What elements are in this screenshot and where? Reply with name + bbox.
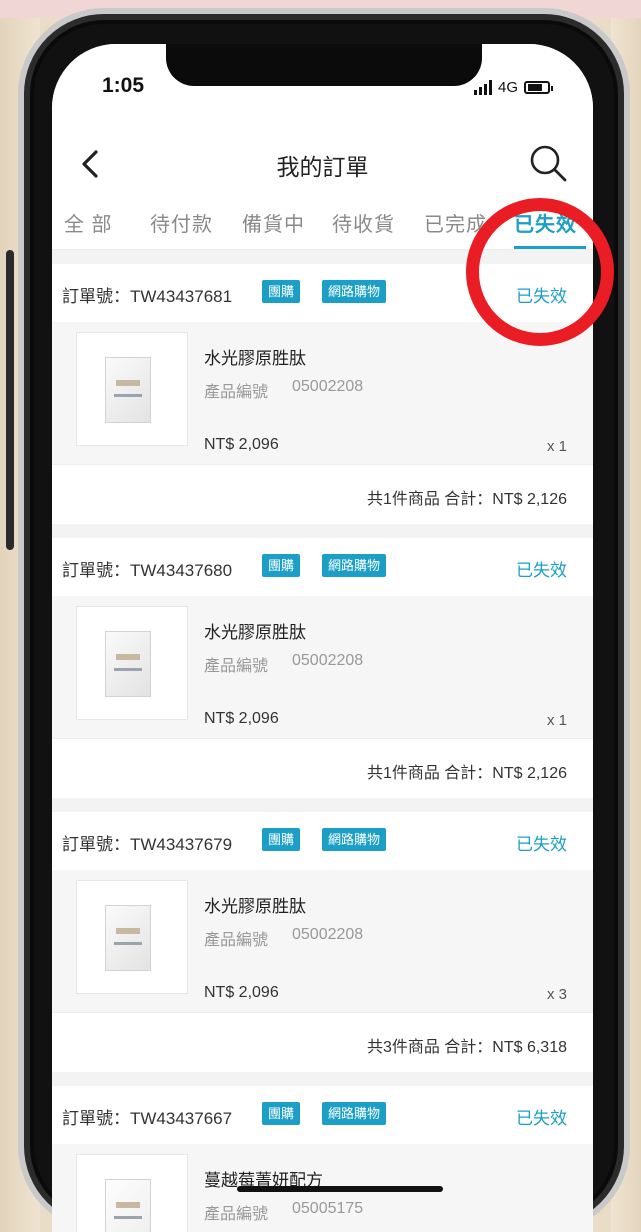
order-status: 已失效 [516, 1109, 567, 1128]
search-icon [530, 145, 567, 182]
app-header: 我的訂單 [52, 134, 593, 198]
product-box-image [105, 905, 151, 971]
product-quantity: x 3 [546, 986, 567, 1003]
order-list: 訂單號：TW43437681 團購 網路購物 已失效 水光膠原胜肽 產品編號 0… [52, 250, 593, 1232]
product-code-label: 產品編號 [204, 932, 269, 949]
product-price: NT$ 2,096 [204, 436, 279, 453]
product-quantity: x 1 [546, 438, 567, 455]
product-price: NT$ 2,096 [204, 984, 279, 1001]
online-shopping-badge: 網路購物 [322, 280, 387, 303]
product-thumbnail [76, 1154, 188, 1232]
order-header: 訂單號：TW43437679 團購 網路購物 已失效 [52, 812, 593, 870]
battery-icon [524, 80, 554, 94]
order-status: 已失效 [516, 835, 567, 854]
product-box-image [105, 631, 151, 697]
highlight-circle-annotation [466, 198, 614, 346]
home-indicator[interactable] [237, 1186, 443, 1192]
group-buy-badge: 團購 [262, 554, 301, 577]
product-quantity: x 1 [546, 712, 567, 729]
order-card[interactable]: 訂單號：TW43437680 團購 網路購物 已失效 水光膠原胜肽 產品編號 0… [52, 538, 593, 798]
order-card[interactable]: 訂單號：TW43437667 團購 網路購物 已失效 蔓越莓菁妍配方 產品編號 … [52, 1086, 593, 1232]
order-card[interactable]: 訂單號：TW43437679 團購 網路購物 已失效 水光膠原胜肽 產品編號 0… [52, 812, 593, 1072]
product-code-label: 產品編號 [204, 658, 269, 675]
order-total: 共1件商品 合計：NT$ 2,126 [366, 765, 567, 782]
status-indicators: 4G [474, 76, 554, 98]
group-buy-badge: 團購 [262, 1102, 301, 1125]
order-header: 訂單號：TW43437667 團購 網路購物 已失效 [52, 1086, 593, 1144]
tab-pending-payment[interactable]: 待付款 [150, 208, 213, 237]
list-gap [52, 1072, 593, 1086]
order-summary: 共1件商品 合計：NT$ 2,126 [52, 464, 593, 524]
order-summary: 共1件商品 合計：NT$ 2,126 [52, 738, 593, 798]
tab-pending-receipt[interactable]: 待收貨 [332, 208, 395, 237]
order-header: 訂單號：TW43437680 團購 網路購物 已失效 [52, 538, 593, 596]
order-total: 共3件商品 合計：NT$ 6,318 [366, 1039, 567, 1056]
product-name: 水光膠原胜肽 [204, 349, 306, 368]
product-name: 水光膠原胜肽 [204, 623, 306, 642]
signal-icon [474, 79, 492, 95]
order-total: 共1件商品 合計：NT$ 2,126 [366, 491, 567, 508]
order-number: 訂單號：TW43437667 [62, 1109, 233, 1128]
phone-side-button [6, 250, 14, 550]
order-status: 已失效 [516, 561, 567, 580]
page-title: 我的訂單 [276, 154, 369, 180]
order-summary: 共3件商品 合計：NT$ 6,318 [52, 1012, 593, 1072]
group-buy-badge: 團購 [262, 828, 301, 851]
online-shopping-badge: 網路購物 [322, 554, 387, 577]
order-item[interactable]: 水光膠原胜肽 產品編號 05002208 NT$ 2,096 x 1 [52, 596, 593, 738]
tab-preparing[interactable]: 備貨中 [242, 208, 305, 237]
product-price: NT$ 2,096 [204, 710, 279, 727]
order-number: 訂單號：TW43437679 [62, 835, 233, 854]
product-box-image [105, 1179, 151, 1232]
search-button[interactable] [525, 140, 571, 186]
product-code-label: 產品編號 [204, 1206, 269, 1223]
notch [166, 44, 482, 86]
product-thumbnail [76, 332, 188, 446]
product-thumbnail [76, 606, 188, 720]
product-code: 05005175 [292, 1200, 364, 1217]
product-code: 05002208 [292, 378, 364, 395]
product-code: 05002208 [292, 652, 364, 669]
list-gap [52, 524, 593, 538]
product-name: 水光膠原胜肽 [204, 897, 306, 916]
order-item[interactable]: 水光膠原胜肽 產品編號 05002208 NT$ 2,096 x 3 [52, 870, 593, 1012]
order-number: 訂單號：TW43437680 [62, 561, 233, 580]
product-box-image [105, 357, 151, 423]
product-code: 05002208 [292, 926, 364, 943]
product-code-label: 產品編號 [204, 384, 269, 401]
online-shopping-badge: 網路購物 [322, 828, 387, 851]
product-thumbnail [76, 880, 188, 994]
order-number: 訂單號：TW43437681 [62, 287, 233, 306]
online-shopping-badge: 網路購物 [322, 1102, 387, 1125]
group-buy-badge: 團購 [262, 280, 301, 303]
order-item[interactable]: 水光膠原胜肽 產品編號 05002208 NT$ 2,096 x 1 [52, 322, 593, 464]
list-gap [52, 798, 593, 812]
status-time: 1:05 [102, 74, 145, 97]
tab-all[interactable]: 全 部 [64, 208, 113, 237]
network-label: 4G [498, 78, 519, 96]
